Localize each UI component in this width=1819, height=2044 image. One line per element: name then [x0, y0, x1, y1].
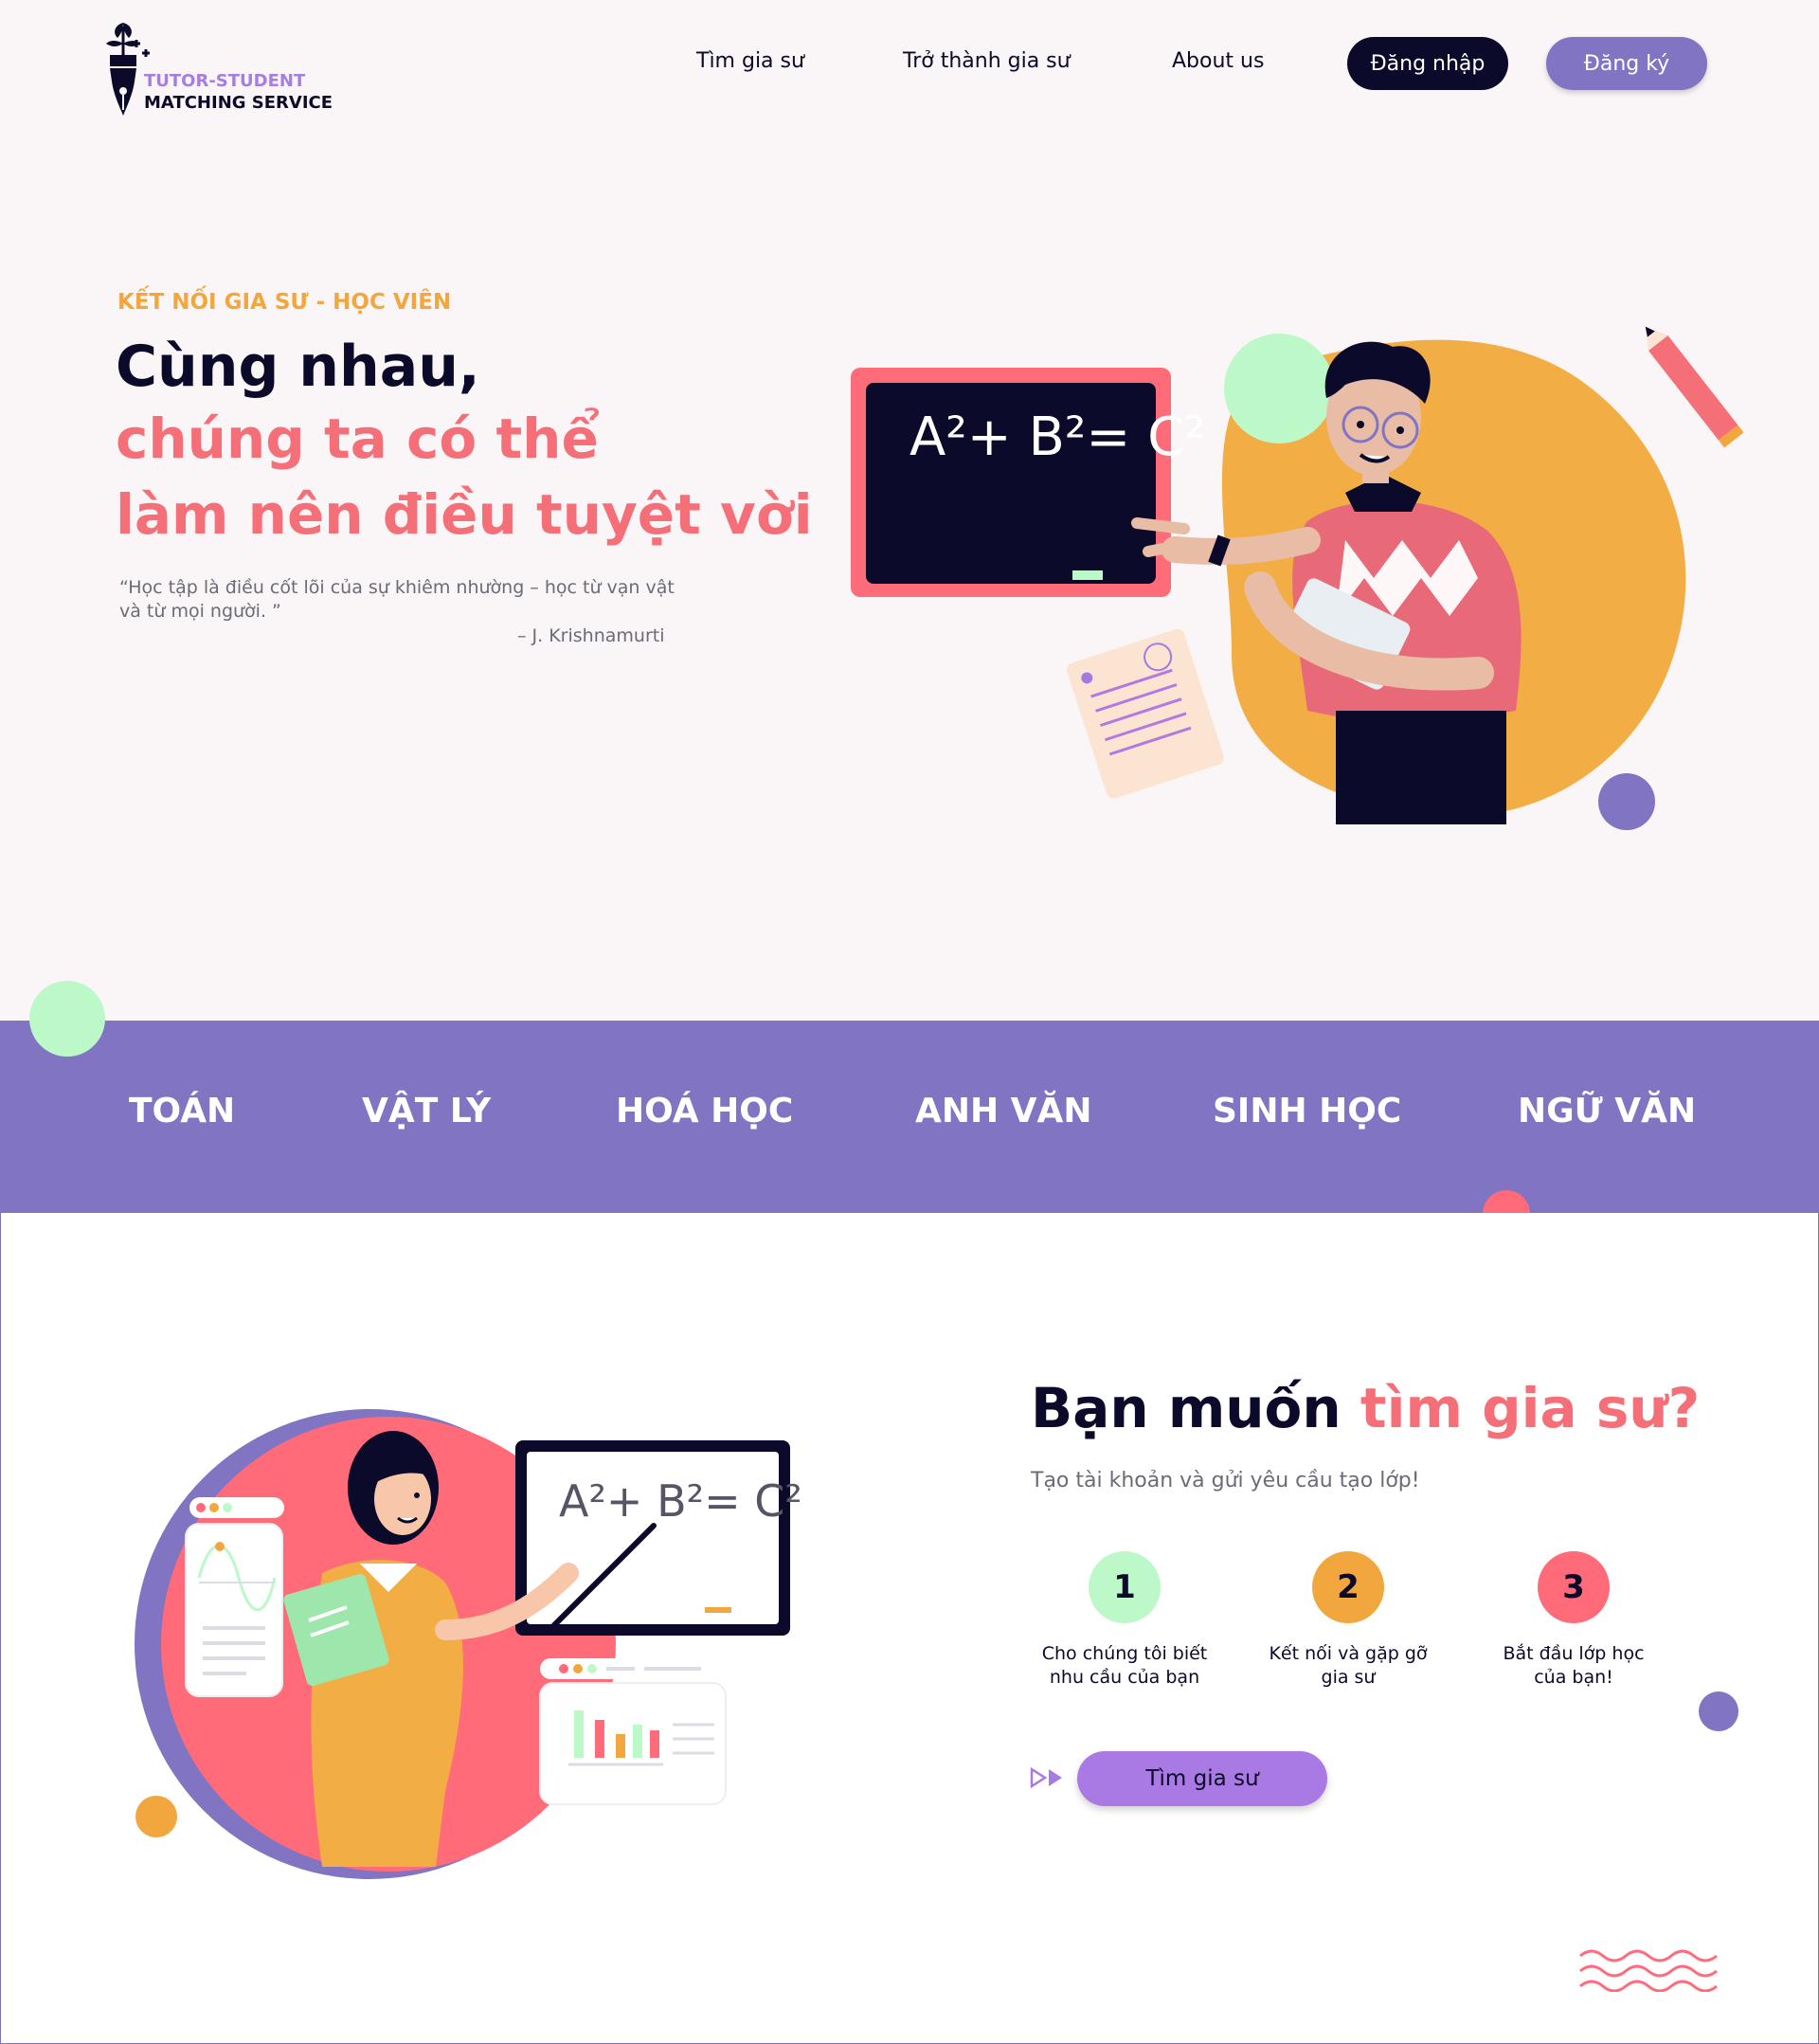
step-3-label: Bắt đầu lớp học của bạn!	[1469, 1642, 1678, 1690]
subject-physics[interactable]: VẬT LÝ	[362, 1092, 491, 1131]
find-tutor-button[interactable]: Tìm gia sư	[1077, 1751, 1327, 1806]
subject-literature[interactable]: NGỮ VĂN	[1518, 1092, 1696, 1131]
purple-dot-decor-2	[1699, 1691, 1738, 1731]
hero-quote: “Học tập là điều cốt lõi của sự khiêm nh…	[119, 577, 675, 622]
chalkboard-formula: A²+ B²= C²	[910, 407, 1206, 468]
step-1-badge: 1	[1089, 1551, 1161, 1623]
hero-quote-author: – J. Krishnamurti	[517, 625, 665, 646]
step-1-label-line-2: nhu cầu của bạn	[1049, 1667, 1200, 1688]
find-tutor-heading: Bạn muốn tìm gia sư?	[1031, 1376, 1700, 1440]
hero-title-line-1: Cùng nhau,	[116, 334, 480, 400]
paper-sheet-icon	[1067, 628, 1224, 799]
subject-math[interactable]: TOÁN	[129, 1092, 235, 1131]
logo-text[interactable]: TUTOR-STUDENT MATCHING SERVICE	[144, 70, 333, 114]
nav-about-us[interactable]: About us	[1172, 49, 1264, 73]
nav-find-tutor[interactable]: Tìm gia sư	[696, 49, 804, 73]
find-title-dark: Bạn muốn	[1031, 1376, 1360, 1440]
step-2-label: Kết nối và gặp gỡ gia sư	[1244, 1642, 1452, 1690]
mint-dot-decor	[29, 981, 105, 1057]
hero-teacher-illustration: A²+ B²= C²	[851, 326, 1744, 830]
step-2-label-line-2: gia sư	[1321, 1667, 1376, 1688]
pencil-icon	[1645, 326, 1744, 448]
orange-dot-decor	[135, 1796, 177, 1837]
login-button[interactable]: Đăng nhập	[1347, 37, 1508, 90]
step-2-label-line-1: Kết nối và gặp gỡ	[1269, 1643, 1428, 1664]
hero-eyebrow: KẾT NỐI GIA SƯ - HỌC VIÊN	[117, 290, 452, 315]
step-3-label-line-1: Bắt đầu lớp học	[1503, 1643, 1645, 1664]
logo-line-1: TUTOR-STUDENT	[144, 71, 306, 91]
step-3-label-line-2: của bạn!	[1534, 1667, 1613, 1688]
signup-button[interactable]: Đăng ký	[1546, 37, 1707, 90]
subject-chemistry[interactable]: HOÁ HỌC	[616, 1092, 793, 1131]
whiteboard-formula: A²+ B²= C²	[559, 1475, 802, 1527]
find-tutor-subtitle: Tạo tài khoản và gửi yêu cầu tạo lớp!	[1031, 1469, 1420, 1492]
teacher-woman-illustration: A²+ B²= C²	[135, 1409, 802, 1879]
hero-title-line-2: chúng ta có thể	[116, 407, 599, 471]
subject-biology[interactable]: SINH HỌC	[1213, 1092, 1401, 1131]
purple-dot-decor	[1598, 773, 1655, 830]
double-play-arrow-icon	[1030, 1766, 1062, 1789]
step-2-badge: 2	[1312, 1551, 1384, 1623]
find-title-accent: tìm gia sư?	[1360, 1376, 1701, 1440]
wave-lines-decor	[1579, 1949, 1718, 1992]
step-3-badge: 3	[1538, 1551, 1610, 1623]
step-1-label: Cho chúng tôi biết nhu cầu của bạn	[1020, 1642, 1229, 1690]
subject-english[interactable]: ANH VĂN	[915, 1092, 1092, 1131]
nav-become-tutor[interactable]: Trở thành gia sư	[903, 49, 1071, 73]
sine-card-icon	[185, 1523, 283, 1697]
logo-line-2: MATCHING SERVICE	[144, 93, 333, 113]
hero-title-line-3: làm nên điều tuyệt vời	[116, 482, 813, 547]
step-1-label-line-1: Cho chúng tôi biết	[1041, 1643, 1208, 1664]
mint-circle-decor	[1224, 334, 1334, 443]
